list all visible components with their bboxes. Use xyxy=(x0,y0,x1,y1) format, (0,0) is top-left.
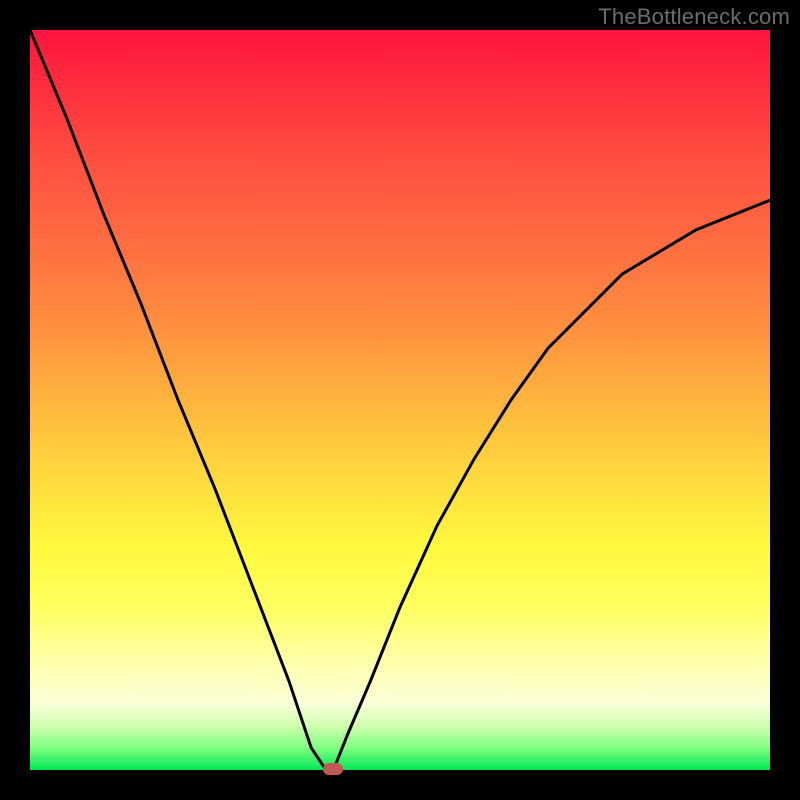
watermark-text: TheBottleneck.com xyxy=(598,4,790,30)
plot-frame xyxy=(0,0,800,800)
bottleneck-curve xyxy=(30,30,770,770)
plot-area xyxy=(30,30,770,770)
minimum-marker xyxy=(323,763,343,775)
